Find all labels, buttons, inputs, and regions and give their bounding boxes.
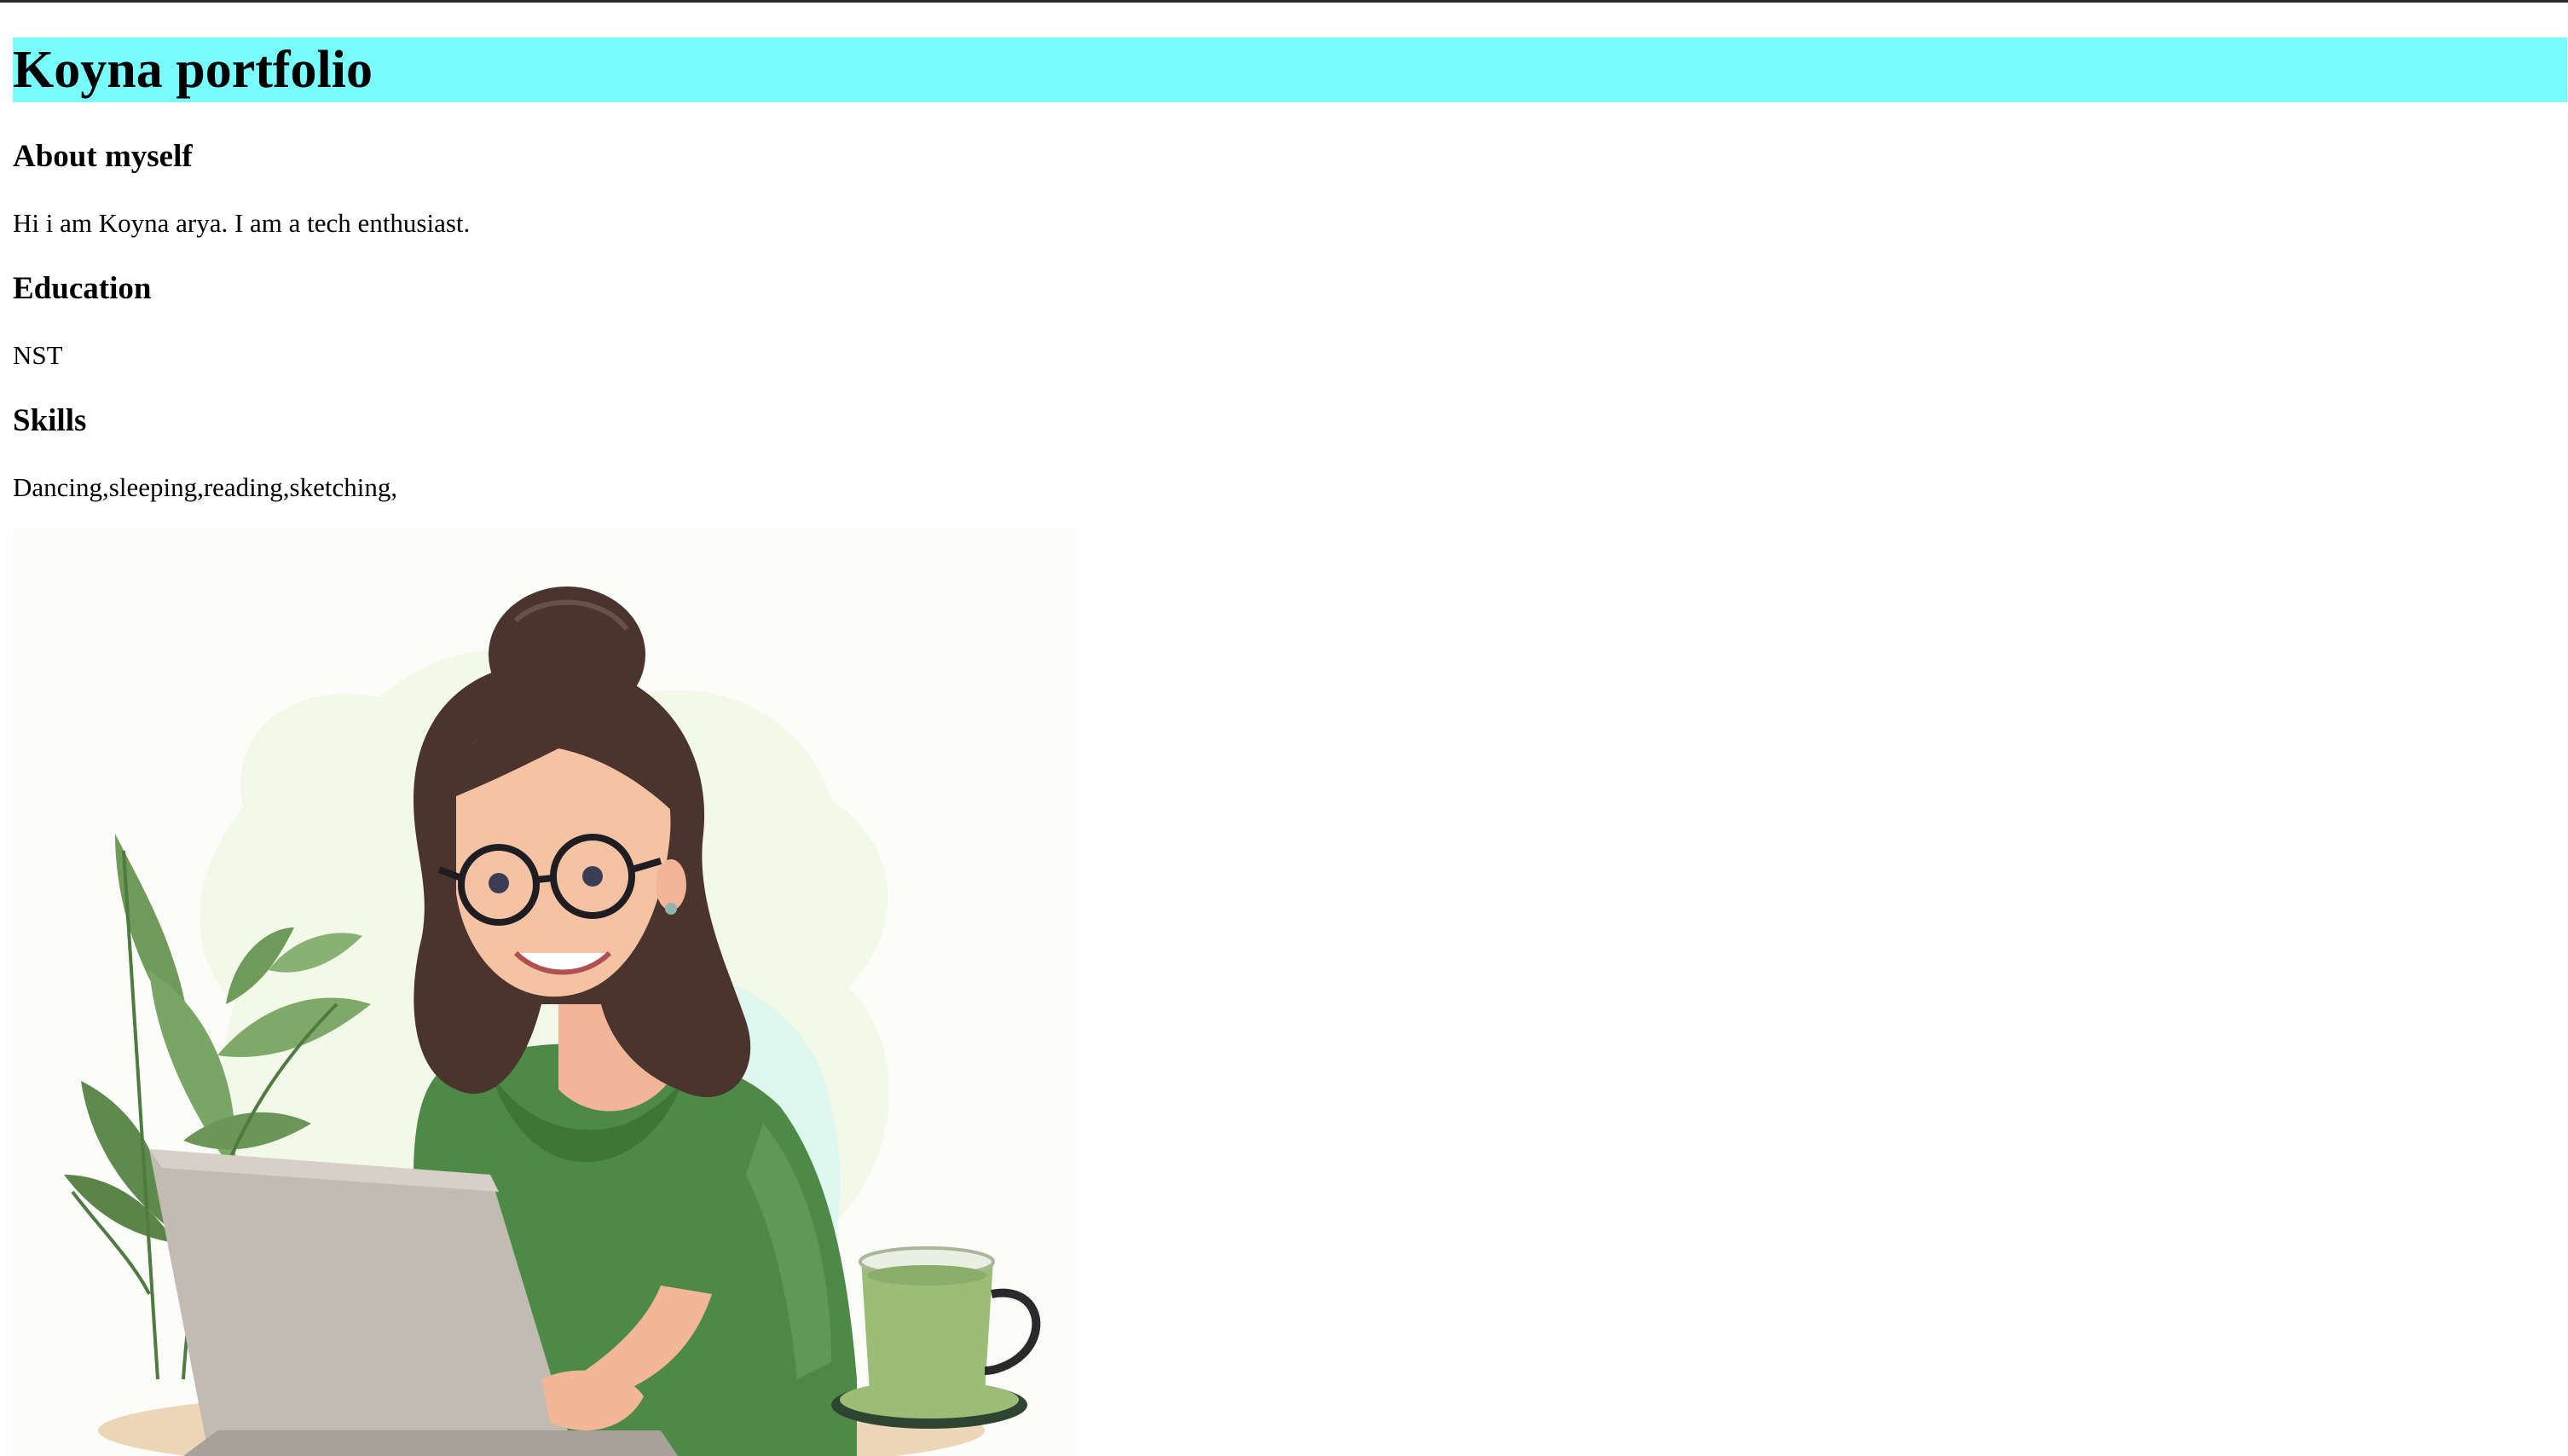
page-content: Koyna portfolio About myself Hi i am Koy…: [13, 38, 2567, 1456]
about-heading: About myself: [13, 139, 193, 174]
skills-text: Dancing,sleeping,reading,sketching,: [13, 472, 398, 502]
skills-heading: Skills: [13, 403, 87, 438]
education-heading: Education: [13, 271, 152, 306]
top-border: [0, 0, 2568, 3]
profile-illustration: [13, 527, 1076, 1456]
page-title: Koyna portfolio: [13, 38, 2567, 102]
education-text: NST: [13, 340, 63, 370]
about-text: Hi i am Koyna arya. I am a tech enthusia…: [13, 208, 471, 238]
